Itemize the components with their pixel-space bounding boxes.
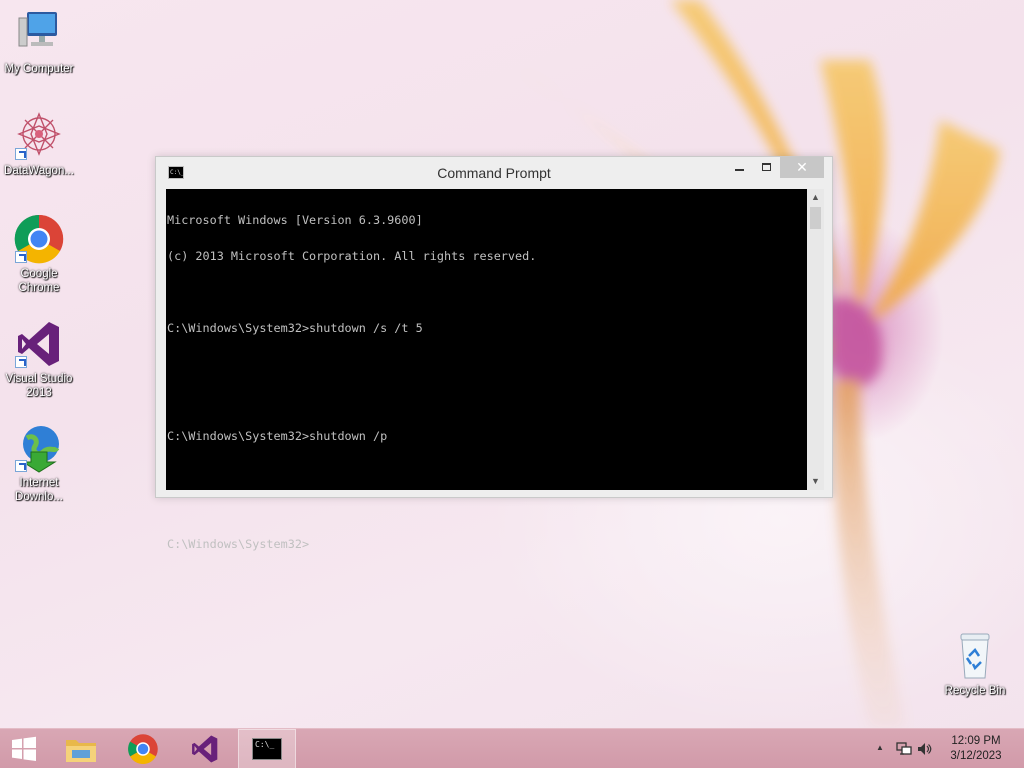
network-icon[interactable] <box>896 741 912 757</box>
desktop-icon-label: Internet Downlo... <box>15 477 63 503</box>
scrollbar-thumb[interactable] <box>810 207 821 229</box>
recycle-bin-icon <box>949 630 1001 682</box>
clock-time: 12:09 PM <box>951 735 1001 747</box>
taskbar-command-prompt[interactable]: C:\_ <box>238 729 296 768</box>
shortcut-arrow-icon <box>15 460 27 472</box>
desktop-icon-visual-studio[interactable]: Visual Studio 2013 <box>0 318 78 400</box>
system-tray: ▲ <box>872 729 932 768</box>
shortcut-arrow-icon <box>15 251 27 263</box>
start-button[interactable] <box>0 729 48 768</box>
shortcut-arrow-icon <box>15 356 27 368</box>
chrome-icon <box>128 734 158 765</box>
taskbar-visual-studio[interactable] <box>176 729 234 768</box>
taskbar-chrome[interactable] <box>114 729 172 768</box>
desktop-icon-recycle-bin[interactable]: Recycle Bin <box>936 630 1014 698</box>
taskbar: C:\_ ▲ 12:09 PM 3/12/2023 <box>0 728 1024 768</box>
desktop-icon-label: Google Chrome <box>18 268 60 294</box>
idm-icon <box>13 422 65 474</box>
visual-studio-icon <box>192 735 218 763</box>
minimize-button[interactable] <box>726 157 752 178</box>
scroll-down-icon[interactable]: ▼ <box>807 473 824 490</box>
clock-date: 3/12/2023 <box>950 750 1002 762</box>
desktop-icon-label: Recycle Bin <box>944 685 1006 697</box>
desktop-icon-label: Visual Studio 2013 <box>5 373 73 399</box>
scroll-up-icon[interactable]: ▲ <box>807 189 824 206</box>
console-line: Microsoft Windows [Version 6.3.9600] <box>167 213 423 227</box>
volume-icon[interactable] <box>916 741 932 757</box>
desktop-icon-label: My Computer <box>4 63 74 75</box>
minimize-icon <box>734 169 744 171</box>
command-prompt-icon: C:\_ <box>252 738 282 760</box>
maximize-button[interactable] <box>753 157 779 178</box>
console-prompt-line: C:\Windows\System32> <box>167 537 310 551</box>
console-output[interactable]: Microsoft Windows [Version 6.3.9600] (c)… <box>166 189 807 550</box>
desktop-icon-google-chrome[interactable]: Google Chrome <box>0 213 78 295</box>
show-hidden-icons-button[interactable]: ▲ <box>876 743 884 752</box>
datawagon-icon <box>13 110 65 162</box>
taskbar-file-explorer[interactable] <box>52 729 110 768</box>
desktop-icon-my-computer[interactable]: My Computer <box>0 8 78 76</box>
chrome-icon <box>13 213 65 265</box>
desktop-icon-internet-download-manager[interactable]: Internet Downlo... <box>0 422 78 504</box>
taskbar-clock[interactable]: 12:09 PM 3/12/2023 <box>936 734 1016 764</box>
windows-logo-icon <box>12 736 36 761</box>
vertical-scrollbar[interactable]: ▲ ▼ <box>807 189 824 490</box>
file-explorer-icon <box>66 740 96 762</box>
window-titlebar[interactable]: C:\_ Command Prompt ✕ <box>156 157 832 188</box>
visual-studio-icon <box>13 318 65 370</box>
console-line: C:\Windows\System32>shutdown /s /t 5 <box>167 321 423 335</box>
console-line: (c) 2013 Microsoft Corporation. All righ… <box>167 249 537 263</box>
desktop-icon-label: DataWagon... <box>4 165 74 177</box>
shortcut-arrow-icon <box>15 148 27 160</box>
desktop-icon-datawagon[interactable]: DataWagon... <box>0 110 78 178</box>
command-prompt-window[interactable]: C:\_ Command Prompt ✕ Microsoft Windows … <box>155 156 833 550</box>
console-line: C:\Windows\System32>shutdown /p <box>167 429 388 443</box>
close-icon: ✕ <box>796 159 808 175</box>
maximize-icon <box>761 163 771 171</box>
computer-icon <box>13 8 65 60</box>
close-button[interactable]: ✕ <box>780 157 824 178</box>
